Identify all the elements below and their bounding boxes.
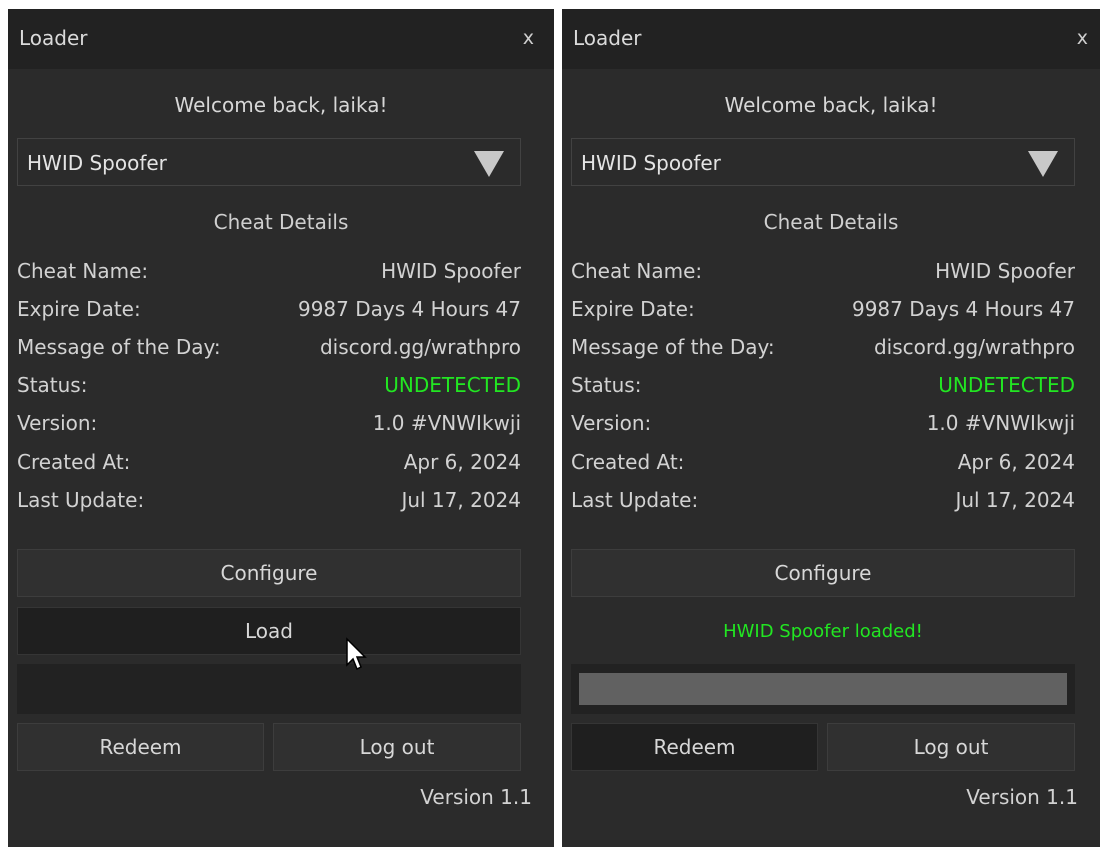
detail-row-last-update: Last Update: Jul 17, 2024 xyxy=(17,488,521,518)
detail-label: Cheat Name: xyxy=(571,259,703,283)
detail-row-created-at: Created At: Apr 6, 2024 xyxy=(17,450,521,480)
cheat-select-dropdown[interactable]: HWID Spoofer xyxy=(571,138,1075,186)
detail-label: Expire Date: xyxy=(571,297,695,321)
welcome-text: Welcome back, laika! xyxy=(174,93,388,117)
welcome-text: Welcome back, laika! xyxy=(724,93,938,117)
status-value: UNDETECTED xyxy=(938,373,1075,397)
detail-label: Last Update: xyxy=(571,488,699,512)
configure-button[interactable]: Configure xyxy=(571,549,1075,597)
loader-window-right: Loader x Welcome back, laika! HWID Spoof… xyxy=(562,9,1100,847)
detail-value: 9987 Days 4 Hours 47 xyxy=(851,297,1075,321)
detail-row-created-at: Created At: Apr 6, 2024 xyxy=(571,450,1075,480)
section-title: Cheat Details xyxy=(763,210,899,234)
detail-label: Cheat Name: xyxy=(17,259,149,283)
detail-label: Created At: xyxy=(571,450,685,474)
detail-value: HWID Spoofer xyxy=(381,259,521,283)
cheat-select-dropdown[interactable]: HWID Spoofer xyxy=(17,138,521,186)
detail-value: Jul 17, 2024 xyxy=(401,488,521,512)
detail-row-expire-date: Expire Date: 9987 Days 4 Hours 47 xyxy=(17,297,521,327)
detail-value: 9987 Days 4 Hours 47 xyxy=(297,297,521,321)
triangle-down-icon xyxy=(474,151,504,177)
dropdown-value: HWID Spoofer xyxy=(27,151,167,175)
redeem-button[interactable]: Redeem xyxy=(17,723,264,771)
detail-label: Expire Date: xyxy=(17,297,141,321)
load-status-message: HWID Spoofer loaded! xyxy=(723,621,923,642)
detail-label: Message of the Day: xyxy=(17,335,221,359)
detail-row-cheat-name: Cheat Name: HWID Spoofer xyxy=(17,259,521,289)
detail-label: Last Update: xyxy=(17,488,145,512)
detail-row-expire-date: Expire Date: 9987 Days 4 Hours 47 xyxy=(571,297,1075,327)
detail-value: discord.gg/wrathpro xyxy=(319,335,521,359)
detail-row-status: Status: UNDETECTED xyxy=(571,373,1075,403)
detail-row-version: Version: 1.0 #VNWIkwji xyxy=(17,411,521,441)
window-title: Loader xyxy=(19,26,88,50)
progress-bar xyxy=(17,664,521,714)
detail-value: Apr 6, 2024 xyxy=(957,450,1075,474)
section-title: Cheat Details xyxy=(213,210,349,234)
version-label: Version 1.1 xyxy=(420,785,532,809)
detail-value: Apr 6, 2024 xyxy=(403,450,521,474)
title-bar[interactable]: Loader x xyxy=(8,9,554,69)
detail-row-last-update: Last Update: Jul 17, 2024 xyxy=(571,488,1075,518)
detail-row-version: Version: 1.0 #VNWIkwji xyxy=(571,411,1075,441)
detail-value: HWID Spoofer xyxy=(935,259,1075,283)
close-button[interactable]: x xyxy=(523,27,534,49)
version-label: Version 1.1 xyxy=(966,785,1078,809)
load-button[interactable]: Load xyxy=(17,607,521,655)
logout-button[interactable]: Log out xyxy=(827,723,1075,771)
progress-fill xyxy=(579,673,1067,705)
status-value: UNDETECTED xyxy=(384,373,521,397)
triangle-down-icon xyxy=(1028,151,1058,177)
detail-label: Message of the Day: xyxy=(571,335,775,359)
window-title: Loader xyxy=(573,26,642,50)
detail-value: discord.gg/wrathpro xyxy=(873,335,1075,359)
detail-value: 1.0 #VNWIkwji xyxy=(926,411,1075,435)
detail-value: 1.0 #VNWIkwji xyxy=(372,411,521,435)
detail-row-status: Status: UNDETECTED xyxy=(17,373,521,403)
detail-label: Status: xyxy=(17,373,88,397)
detail-label: Version: xyxy=(17,411,98,435)
redeem-button[interactable]: Redeem xyxy=(571,723,818,771)
detail-row-cheat-name: Cheat Name: HWID Spoofer xyxy=(571,259,1075,289)
detail-row-motd: Message of the Day: discord.gg/wrathpro xyxy=(17,335,521,365)
mouse-pointer-icon xyxy=(346,637,367,671)
close-button[interactable]: x xyxy=(1077,27,1088,49)
detail-value: Jul 17, 2024 xyxy=(955,488,1075,512)
detail-label: Version: xyxy=(571,411,652,435)
logout-button[interactable]: Log out xyxy=(273,723,521,771)
loader-window-left: Loader x Welcome back, laika! HWID Spoof… xyxy=(8,9,554,847)
title-bar[interactable]: Loader x xyxy=(562,9,1100,69)
detail-row-motd: Message of the Day: discord.gg/wrathpro xyxy=(571,335,1075,365)
progress-bar xyxy=(571,664,1075,714)
detail-label: Created At: xyxy=(17,450,131,474)
detail-label: Status: xyxy=(571,373,642,397)
configure-button[interactable]: Configure xyxy=(17,549,521,597)
dropdown-value: HWID Spoofer xyxy=(581,151,721,175)
